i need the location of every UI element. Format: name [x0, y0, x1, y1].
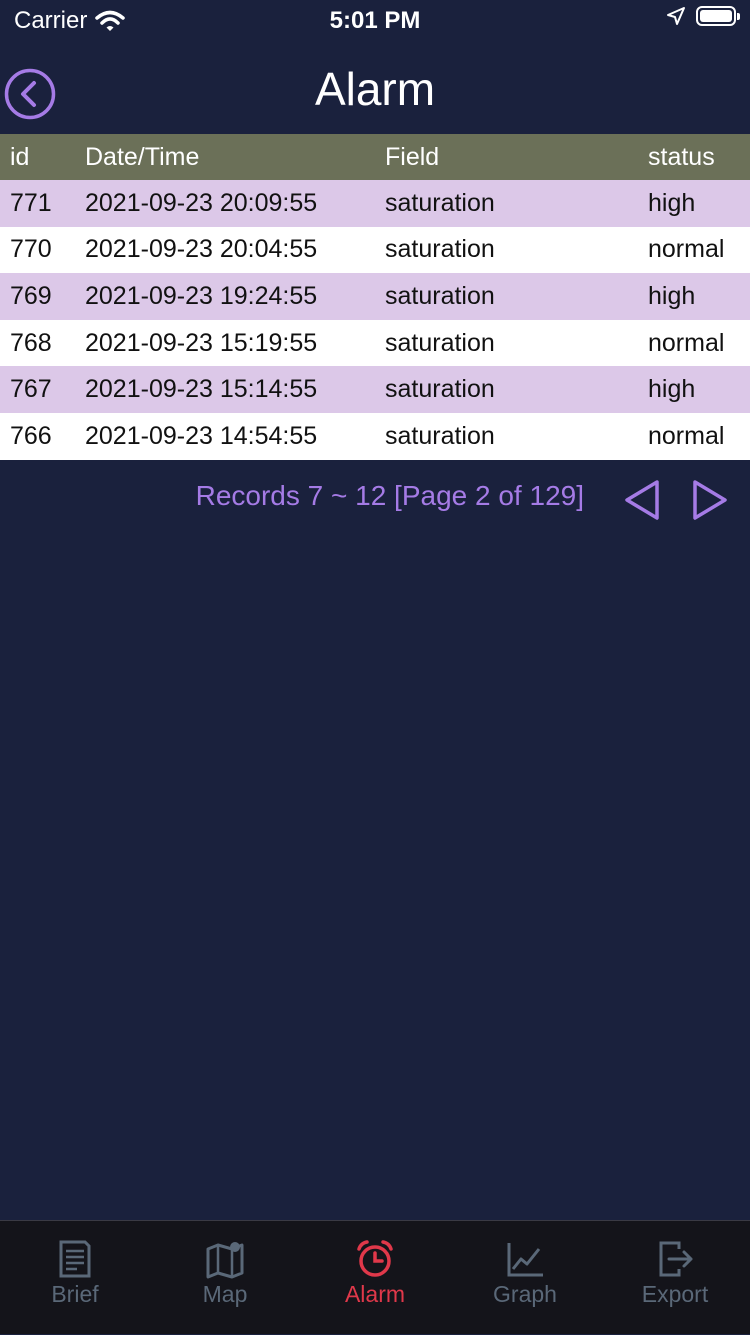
- triangle-right-icon: [693, 480, 727, 520]
- document-icon: [59, 1240, 91, 1278]
- cell-id: 766: [10, 421, 52, 450]
- cell-status: normal: [648, 235, 725, 264]
- column-header-id: id: [10, 142, 30, 171]
- cell-field: saturation: [385, 235, 495, 264]
- cell-id: 767: [10, 375, 52, 404]
- export-icon: [659, 1241, 693, 1277]
- cell-datetime: 2021-09-23 14:54:55: [85, 421, 318, 450]
- cell-field: saturation: [385, 421, 495, 450]
- cell-datetime: 2021-09-23 19:24:55: [85, 281, 318, 310]
- column-header-datetime: Date/Time: [85, 142, 200, 171]
- tab-bar: Brief Map Alarm Graph Export: [0, 1220, 750, 1334]
- table-row[interactable]: 771 2021-09-23 20:09:55 saturation high: [0, 180, 750, 227]
- location-arrow-icon: [667, 7, 685, 25]
- cell-id: 770: [10, 235, 52, 264]
- table-header-row: id Date/Time Field status: [0, 134, 750, 180]
- cell-status: normal: [648, 421, 725, 450]
- cell-field: saturation: [385, 375, 495, 404]
- nav-bar: Alarm: [0, 40, 750, 134]
- tab-label: Export: [641, 1281, 709, 1307]
- pagination-summary: Records 7 ~ 12 [Page 2 of 129]: [195, 480, 584, 511]
- status-time: 5:01 PM: [329, 7, 421, 34]
- page-title: Alarm: [314, 63, 436, 115]
- table-row[interactable]: 766 2021-09-23 14:54:55 saturation norma…: [0, 412, 750, 460]
- cell-field: saturation: [385, 188, 495, 217]
- status-right-indicators: [666, 6, 740, 26]
- alarm-table: id Date/Time Field status 771 2021-09-23…: [0, 134, 750, 460]
- previous-page-button[interactable]: [622, 478, 662, 522]
- alarm-clock-icon: [357, 1240, 393, 1277]
- cell-status: high: [648, 188, 696, 217]
- line-graph-icon: [507, 1243, 543, 1277]
- cell-datetime: 2021-09-23 15:19:55: [85, 328, 318, 357]
- table-row[interactable]: 769 2021-09-23 19:24:55 saturation high: [0, 273, 750, 320]
- map-icon: [206, 1242, 244, 1279]
- cell-id: 769: [10, 281, 52, 310]
- cell-field: saturation: [385, 328, 495, 357]
- cell-status: high: [648, 375, 696, 404]
- column-header-status: status: [648, 142, 715, 171]
- battery-icon: [696, 6, 740, 26]
- cell-id: 768: [10, 328, 52, 357]
- cell-field: saturation: [385, 281, 495, 310]
- cell-status: high: [648, 281, 696, 310]
- table-row[interactable]: 768 2021-09-23 15:19:55 saturation norma…: [0, 319, 750, 367]
- cell-datetime: 2021-09-23 20:04:55: [85, 235, 318, 264]
- table-row[interactable]: 770 2021-09-23 20:04:55 saturation norma…: [0, 226, 750, 274]
- cell-status: normal: [648, 328, 725, 357]
- cell-id: 771: [10, 188, 52, 217]
- tab-label: Brief: [51, 1281, 99, 1307]
- cell-datetime: 2021-09-23 20:09:55: [85, 188, 318, 217]
- tab-label: Alarm: [344, 1281, 406, 1307]
- pagination: Records 7 ~ 12 [Page 2 of 129]: [0, 470, 750, 530]
- cell-datetime: 2021-09-23 15:14:55: [85, 375, 318, 404]
- triangle-left-icon: [625, 480, 659, 520]
- tab-alarm[interactable]: Alarm: [300, 1221, 450, 1335]
- tab-label: Map: [202, 1281, 248, 1307]
- table-row[interactable]: 767 2021-09-23 15:14:55 saturation high: [0, 366, 750, 413]
- tab-export[interactable]: Export: [600, 1221, 750, 1335]
- tab-graph[interactable]: Graph: [450, 1221, 600, 1335]
- next-page-button[interactable]: [690, 478, 730, 522]
- column-header-field: Field: [385, 142, 440, 171]
- tab-map[interactable]: Map: [150, 1221, 300, 1335]
- tab-brief[interactable]: Brief: [0, 1221, 150, 1335]
- status-bar: Carrier 5:01 PM: [0, 0, 750, 40]
- tab-label: Graph: [493, 1281, 557, 1307]
